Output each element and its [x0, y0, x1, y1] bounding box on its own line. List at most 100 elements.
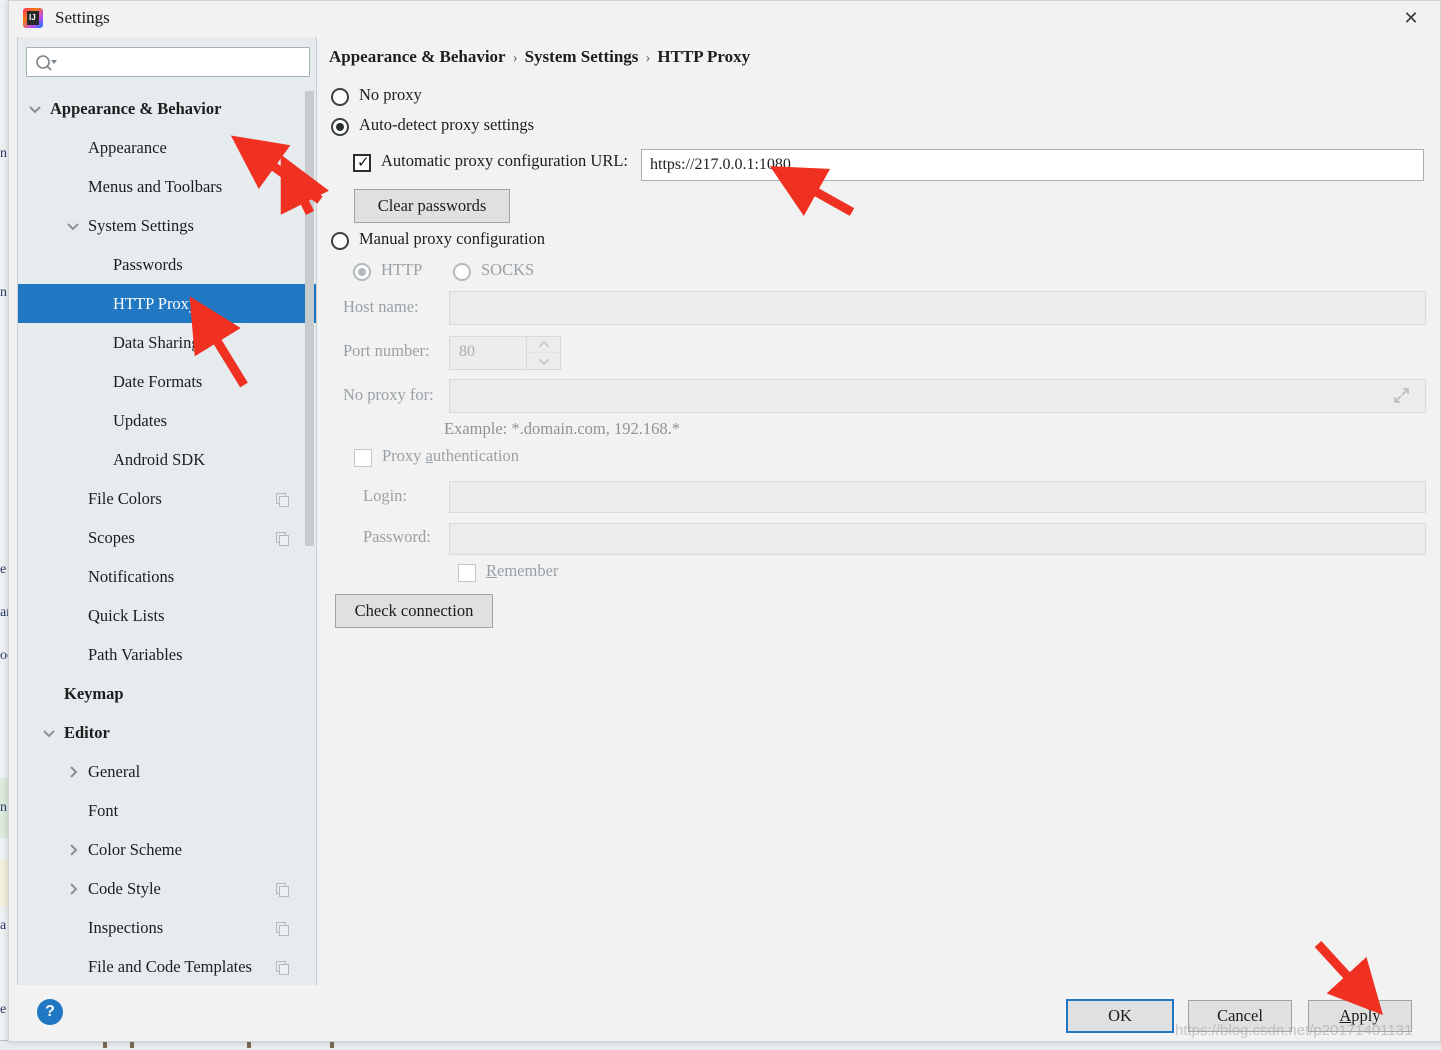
- bg-bottom-mark-2: [130, 1042, 134, 1048]
- automatic-proxy-config-url-input[interactable]: https://217.0.0.1:1080: [641, 149, 1424, 181]
- sidebar-item-updates[interactable]: Updates: [18, 401, 316, 440]
- sidebar-scrollbar-thumb[interactable]: [305, 91, 314, 546]
- remember-mnemonic: R: [486, 561, 498, 580]
- sidebar-item-appearance[interactable]: Appearance: [18, 128, 316, 167]
- sidebar-item-notifications[interactable]: Notifications: [18, 557, 316, 596]
- sidebar-item-file-colors[interactable]: File Colors: [18, 479, 316, 518]
- chevron-right-icon[interactable]: [64, 841, 82, 859]
- settings-tree[interactable]: Appearance & Behavior Appearance Menus and…: [18, 89, 316, 986]
- chevron-right-icon[interactable]: [64, 880, 82, 898]
- search-input[interactable]: [61, 48, 305, 76]
- expand-icon[interactable]: [1393, 387, 1409, 403]
- password-label: Password:: [363, 527, 431, 546]
- proxy-auth-text-pre: Proxy: [382, 446, 426, 465]
- auto-detect-proxy-label[interactable]: Auto-detect proxy settings: [359, 115, 534, 135]
- watermark: https://blog.csdn.net/p20171401131: [1175, 1022, 1413, 1039]
- sidebar-item-label: Keymap: [64, 683, 124, 703]
- chevron-down-icon[interactable]: [40, 724, 58, 742]
- host-name-label: Host name:: [343, 297, 419, 316]
- sidebar-item-date-formats[interactable]: Date Formats: [18, 362, 316, 401]
- socks-protocol-radio: [453, 263, 471, 281]
- sidebar-item-label: Scopes: [88, 527, 135, 547]
- breadcrumb-separator-1: ›: [512, 50, 518, 66]
- clear-passwords-button[interactable]: Clear passwords: [354, 189, 510, 223]
- no-proxy-radio[interactable]: [331, 88, 349, 106]
- sidebar-item-label: Notifications: [88, 566, 175, 586]
- password-input: [449, 523, 1426, 555]
- http-protocol-radio: [353, 263, 371, 281]
- check-connection-button[interactable]: Check connection: [335, 594, 493, 628]
- manual-proxy-config-radio[interactable]: [331, 232, 349, 250]
- sidebar-item-font[interactable]: Font: [18, 791, 316, 830]
- sidebar-item-label: Quick Lists: [88, 605, 165, 625]
- automatic-proxy-config-url-label: Automatic proxy configuration URL:: [381, 151, 628, 170]
- sidebar-item-data-sharing[interactable]: Data Sharing: [18, 323, 316, 362]
- duplicate-icon[interactable]: [276, 921, 290, 936]
- sidebar-item-appearance-behavior[interactable]: Appearance & Behavior: [18, 89, 316, 128]
- proxy-authentication-label: Proxy authentication: [382, 446, 519, 466]
- sidebar-item-label: System Settings: [88, 215, 194, 235]
- sidebar-item-scopes[interactable]: Scopes: [18, 518, 316, 557]
- sidebar-item-path-variables[interactable]: Path Variables: [18, 635, 316, 674]
- port-number-arrows: [526, 337, 560, 369]
- breadcrumb-part-1[interactable]: Appearance & Behavior: [329, 47, 506, 66]
- sidebar-item-android-sdk[interactable]: Android SDK: [18, 440, 316, 479]
- login-input: [449, 481, 1426, 513]
- auto-detect-proxy-radio[interactable]: [331, 118, 349, 136]
- bg-bottom-mark-1: [103, 1042, 107, 1048]
- chevron-down-icon[interactable]: [64, 217, 82, 235]
- sidebar-item-http-proxy[interactable]: HTTP Proxy: [18, 284, 316, 323]
- sidebar-item-label: Date Formats: [113, 371, 203, 391]
- sidebar-item-general[interactable]: General: [18, 752, 316, 791]
- sidebar-item-label: Font: [88, 800, 119, 820]
- sidebar-item-quick-lists[interactable]: Quick Lists: [18, 596, 316, 635]
- settings-dialog: IJ Settings ✕ Appearance & Behavior Appea…: [8, 0, 1441, 1042]
- sidebar-item-label: Data Sharing: [113, 332, 200, 352]
- remember-label: Remember: [486, 561, 558, 581]
- chevron-down-icon[interactable]: [26, 100, 44, 118]
- breadcrumb-part-2[interactable]: System Settings: [525, 47, 639, 66]
- proxy-authentication-checkbox: [354, 449, 372, 467]
- chevron-down-icon: [527, 353, 560, 369]
- sidebar-item-label: Appearance & Behavior: [50, 98, 222, 118]
- duplicate-icon[interactable]: [276, 960, 290, 975]
- sidebar-item-code-style[interactable]: Code Style: [18, 869, 316, 908]
- duplicate-icon[interactable]: [276, 882, 290, 897]
- search-box[interactable]: [26, 47, 310, 77]
- breadcrumb-part-3: HTTP Proxy: [657, 47, 751, 66]
- sidebar-item-label: Editor: [64, 722, 110, 742]
- duplicate-icon[interactable]: [276, 492, 290, 507]
- chevron-up-icon: [527, 337, 560, 353]
- chevron-right-icon[interactable]: [64, 763, 82, 781]
- sidebar-item-label: File Colors: [88, 488, 162, 508]
- sidebar-item-inspections[interactable]: Inspections: [18, 908, 316, 947]
- sidebar-item-label: Appearance: [88, 137, 167, 157]
- sidebar-item-keymap[interactable]: Keymap: [18, 674, 316, 713]
- breadcrumb-separator-2: ›: [645, 50, 651, 66]
- sidebar-item-label: General: [88, 761, 141, 781]
- checkmark-icon: ✓: [357, 154, 370, 171]
- sidebar-item-passwords[interactable]: Passwords: [18, 245, 316, 284]
- host-name-input: [449, 291, 1426, 325]
- automatic-proxy-config-url-checkbox[interactable]: ✓: [353, 154, 371, 172]
- no-proxy-label[interactable]: No proxy: [359, 85, 422, 105]
- port-number-stepper: 80: [449, 336, 561, 370]
- sidebar-item-label: Passwords: [113, 254, 183, 274]
- help-icon[interactable]: ?: [37, 999, 63, 1025]
- intellij-idea-icon: IJ: [23, 8, 43, 28]
- manual-proxy-config-label[interactable]: Manual proxy configuration: [359, 229, 545, 249]
- breadcrumb: Appearance & Behavior › System Settings › HT…: [329, 47, 750, 67]
- proxy-auth-text-post: uthentication: [432, 446, 520, 465]
- dialog-title: Settings: [55, 8, 110, 27]
- sidebar-item-file-and-code-templates[interactable]: File and Code Templates: [18, 947, 316, 986]
- settings-sidebar: Appearance & Behavior Appearance Menus and…: [17, 37, 317, 987]
- sidebar-item-editor[interactable]: Editor: [18, 713, 316, 752]
- close-icon[interactable]: ✕: [1398, 5, 1424, 31]
- remember-text: emember: [497, 561, 559, 580]
- sidebar-item-label: Path Variables: [88, 644, 183, 664]
- sidebar-item-menus-and-toolbars[interactable]: Menus and Toolbars: [18, 167, 316, 206]
- ok-button[interactable]: OK: [1066, 999, 1174, 1033]
- sidebar-item-system-settings[interactable]: System Settings: [18, 206, 316, 245]
- sidebar-item-color-scheme[interactable]: Color Scheme: [18, 830, 316, 869]
- duplicate-icon[interactable]: [276, 531, 290, 546]
